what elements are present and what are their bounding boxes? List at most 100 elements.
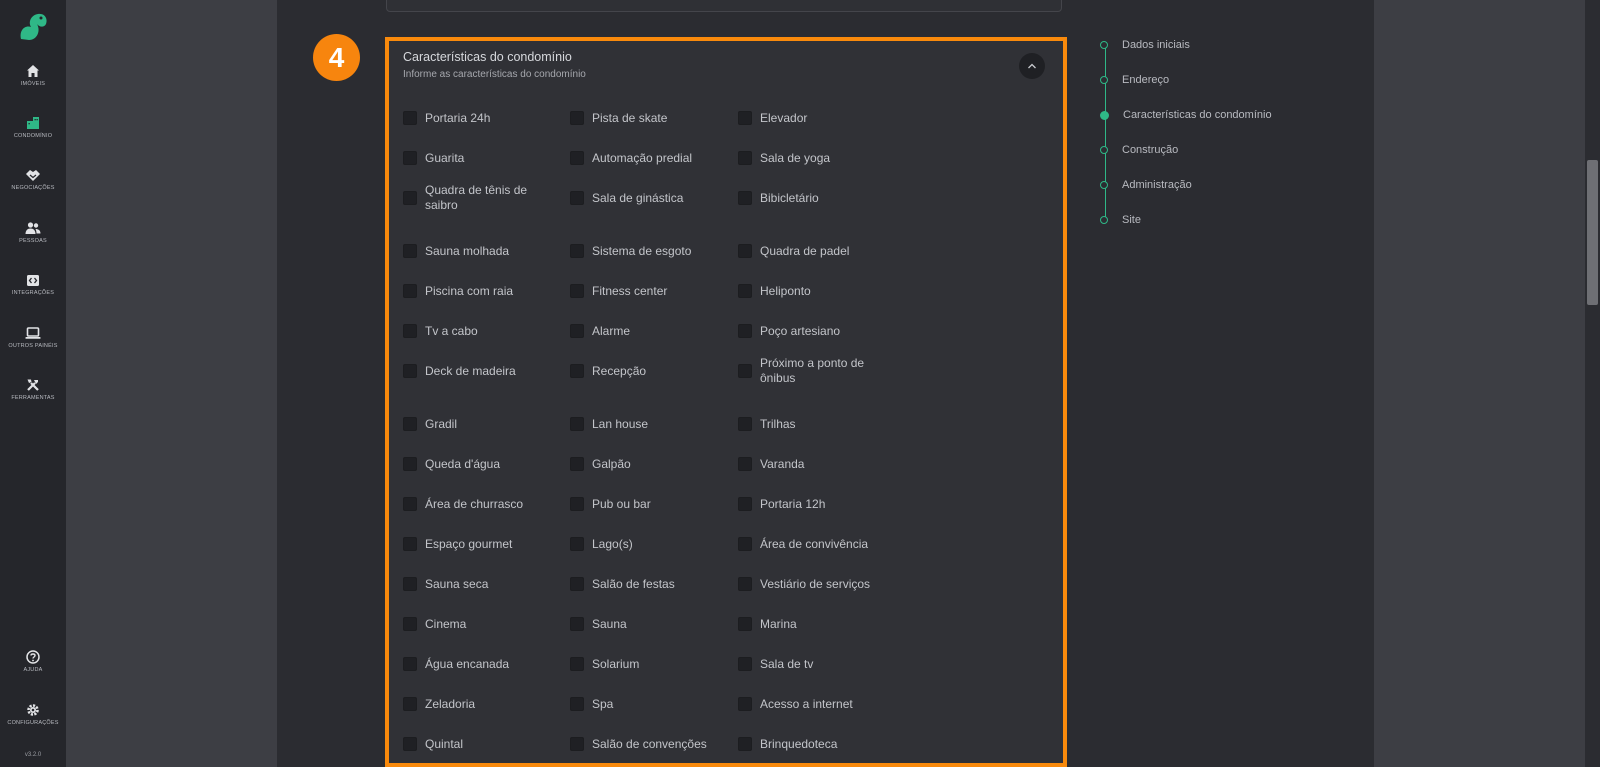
checkbox[interactable] — [403, 417, 417, 431]
checkbox[interactable] — [570, 151, 584, 165]
feature-checkbox-item[interactable]: Marina — [738, 609, 890, 639]
sidebar-item-ajuda[interactable]: AJUDA — [0, 650, 66, 673]
checkbox[interactable] — [738, 577, 752, 591]
feature-checkbox-item[interactable]: Sauna seca — [403, 569, 555, 599]
feature-checkbox-item[interactable]: Sauna molhada — [403, 236, 555, 266]
sidebar-item-ferramentas[interactable]: FERRAMENTAS — [0, 378, 66, 401]
step-administracao[interactable]: Administração — [1100, 179, 1192, 191]
checkbox[interactable] — [738, 244, 752, 258]
checkbox[interactable] — [403, 111, 417, 125]
feature-checkbox-item[interactable]: Pista de skate — [570, 103, 722, 133]
feature-checkbox-item[interactable]: Espaço gourmet — [403, 529, 555, 559]
checkbox[interactable] — [570, 324, 584, 338]
checkbox[interactable] — [738, 417, 752, 431]
checkbox[interactable] — [403, 497, 417, 511]
feature-checkbox-item[interactable]: Fitness center — [570, 276, 722, 306]
feature-checkbox-item[interactable]: Sala de ginástica — [570, 175, 722, 221]
checkbox[interactable] — [570, 191, 584, 205]
feature-checkbox-item[interactable]: Solarium — [570, 649, 722, 679]
feature-checkbox-item[interactable]: Salão de convenções — [570, 729, 722, 759]
checkbox[interactable] — [570, 657, 584, 671]
checkbox[interactable] — [570, 284, 584, 298]
checkbox[interactable] — [738, 191, 752, 205]
checkbox[interactable] — [570, 577, 584, 591]
checkbox[interactable] — [570, 737, 584, 751]
feature-checkbox-item[interactable]: Tv a cabo — [403, 316, 555, 346]
checkbox[interactable] — [570, 617, 584, 631]
feature-checkbox-item[interactable]: Sala de yoga — [738, 143, 890, 173]
step-dados-iniciais[interactable]: Dados iniciais — [1100, 39, 1190, 51]
feature-checkbox-item[interactable]: Área de churrasco — [403, 489, 555, 519]
checkbox[interactable] — [403, 244, 417, 258]
checkbox[interactable] — [403, 657, 417, 671]
checkbox[interactable] — [403, 191, 417, 205]
feature-checkbox-item[interactable]: Alarme — [570, 316, 722, 346]
checkbox[interactable] — [738, 497, 752, 511]
feature-checkbox-item[interactable]: Automação predial — [570, 143, 722, 173]
checkbox[interactable] — [738, 364, 752, 378]
checkbox[interactable] — [403, 457, 417, 471]
checkbox[interactable] — [570, 697, 584, 711]
feature-checkbox-item[interactable]: Gradil — [403, 409, 555, 439]
checkbox[interactable] — [403, 617, 417, 631]
checkbox[interactable] — [403, 364, 417, 378]
feature-checkbox-item[interactable]: Queda d'água — [403, 449, 555, 479]
feature-checkbox-item[interactable]: Elevador — [738, 103, 890, 133]
sidebar-item-integracoes[interactable]: INTEGRAÇÕES — [0, 273, 66, 296]
checkbox[interactable] — [738, 457, 752, 471]
feature-checkbox-item[interactable]: Deck de madeira — [403, 348, 555, 394]
feature-checkbox-item[interactable]: Heliponto — [738, 276, 890, 306]
feature-checkbox-item[interactable]: Zeladoria — [403, 689, 555, 719]
page-scrollbar-thumb[interactable] — [1587, 160, 1598, 305]
feature-checkbox-item[interactable]: Piscina com raia — [403, 276, 555, 306]
squirrel-logo-icon[interactable] — [17, 12, 49, 42]
feature-checkbox-item[interactable]: Brinquedoteca — [738, 729, 890, 759]
feature-checkbox-item[interactable]: Galpão — [570, 449, 722, 479]
checkbox[interactable] — [403, 697, 417, 711]
feature-checkbox-item[interactable]: Recepção — [570, 348, 722, 394]
checkbox[interactable] — [738, 657, 752, 671]
checkbox[interactable] — [738, 284, 752, 298]
checkbox[interactable] — [570, 537, 584, 551]
feature-checkbox-item[interactable]: Portaria 24h — [403, 103, 555, 133]
feature-checkbox-item[interactable]: Portaria 12h — [738, 489, 890, 519]
feature-checkbox-item[interactable]: Spa — [570, 689, 722, 719]
checkbox[interactable] — [403, 284, 417, 298]
sidebar-item-negociacoes[interactable]: NEGOCIAÇÕES — [0, 168, 66, 191]
step-endereco[interactable]: Endereço — [1100, 74, 1169, 86]
feature-checkbox-item[interactable]: Guarita — [403, 143, 555, 173]
checkbox[interactable] — [403, 737, 417, 751]
feature-checkbox-item[interactable]: Cinema — [403, 609, 555, 639]
feature-checkbox-item[interactable]: Acesso a internet — [738, 689, 890, 719]
checkbox[interactable] — [738, 324, 752, 338]
checkbox[interactable] — [403, 324, 417, 338]
feature-checkbox-item[interactable]: Bibicletário — [738, 175, 890, 221]
feature-checkbox-item[interactable]: Varanda — [738, 449, 890, 479]
sidebar-item-imoveis[interactable]: IMÓVEIS — [0, 64, 66, 87]
step-site[interactable]: Site — [1100, 214, 1141, 226]
checkbox[interactable] — [570, 457, 584, 471]
feature-checkbox-item[interactable]: Pub ou bar — [570, 489, 722, 519]
sidebar-item-configuracoes[interactable]: CONFIGURAÇÕES — [0, 703, 66, 726]
feature-checkbox-item[interactable]: Sala de tv — [738, 649, 890, 679]
step-construcao[interactable]: Construção — [1100, 144, 1178, 156]
feature-checkbox-item[interactable]: Lago(s) — [570, 529, 722, 559]
feature-checkbox-item[interactable]: Quintal — [403, 729, 555, 759]
feature-checkbox-item[interactable]: Sauna — [570, 609, 722, 639]
sidebar-item-pessoas[interactable]: PESSOAS — [0, 221, 66, 244]
feature-checkbox-item[interactable]: Água encanada — [403, 649, 555, 679]
checkbox[interactable] — [738, 111, 752, 125]
collapse-section-button[interactable] — [1019, 53, 1045, 79]
feature-checkbox-item[interactable]: Quadra de tênis de saibro — [403, 175, 555, 221]
feature-checkbox-item[interactable]: Salão de festas — [570, 569, 722, 599]
feature-checkbox-item[interactable]: Vestiário de serviços — [738, 569, 890, 599]
feature-checkbox-item[interactable]: Quadra de padel — [738, 236, 890, 266]
feature-checkbox-item[interactable]: Poço artesiano — [738, 316, 890, 346]
feature-checkbox-item[interactable]: Próximo a ponto de ônibus — [738, 348, 890, 394]
checkbox[interactable] — [738, 697, 752, 711]
checkbox[interactable] — [570, 111, 584, 125]
checkbox[interactable] — [570, 244, 584, 258]
checkbox[interactable] — [403, 151, 417, 165]
checkbox[interactable] — [570, 364, 584, 378]
feature-checkbox-item[interactable]: Área de convivência — [738, 529, 890, 559]
